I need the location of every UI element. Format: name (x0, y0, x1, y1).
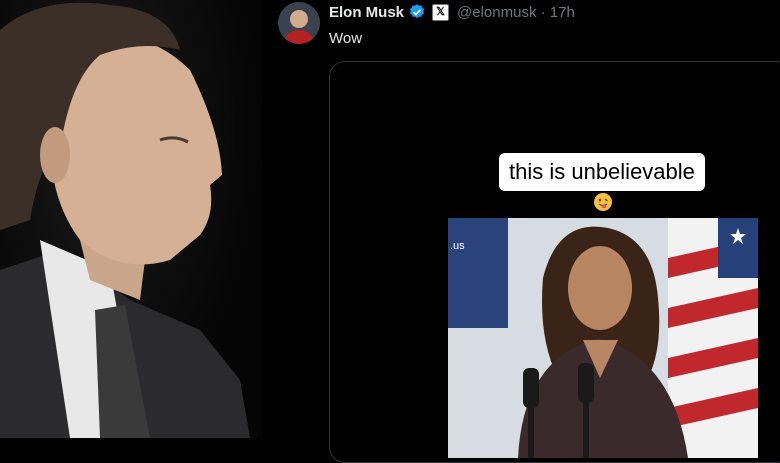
x-platform-badge-icon: 𝕏 (432, 3, 450, 21)
person-photo (0, 0, 262, 438)
clip-overlay-text: .us (450, 240, 465, 252)
grimacing-tongue-emoji-icon (594, 193, 612, 211)
video-thumbnail[interactable]: .us (448, 218, 758, 458)
tweet: Elon Musk 𝕏 @elonmusk · 17h Wow this is … (262, 0, 780, 463)
handle-and-time[interactable]: @elonmusk · 17h (457, 4, 575, 21)
verified-badge-icon (409, 4, 425, 19)
video-caption: this is unbelievable (499, 153, 705, 191)
author-name[interactable]: Elon Musk (329, 4, 404, 21)
media-card[interactable]: this is unbelievable .us (329, 61, 780, 463)
person-illustration (0, 2, 250, 438)
tweet-header: Elon Musk 𝕏 @elonmusk · 17h (329, 3, 575, 21)
avatar[interactable] (278, 2, 320, 44)
tweet-text: Wow (329, 30, 363, 47)
